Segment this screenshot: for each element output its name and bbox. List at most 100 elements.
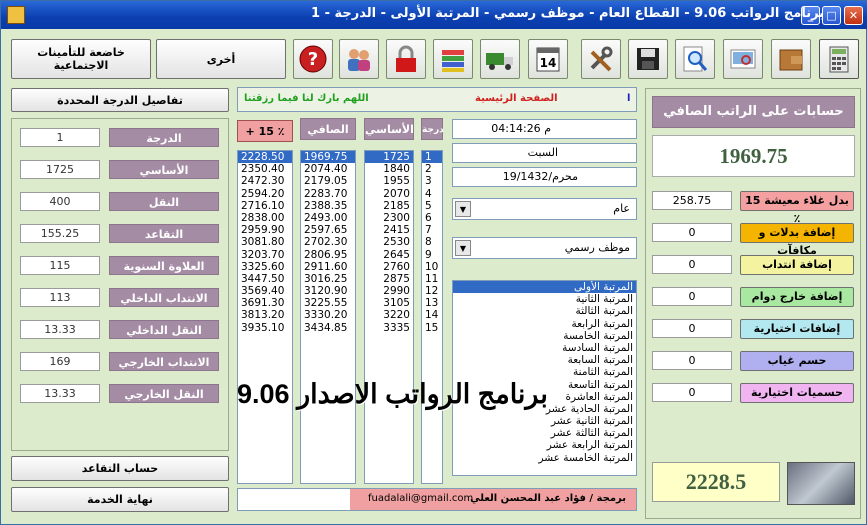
adjustment-value[interactable]: 0 xyxy=(652,255,732,274)
field-value[interactable]: 1725 xyxy=(20,160,100,179)
table-cell[interactable]: 2350.40 xyxy=(238,163,292,175)
plus15-column[interactable]: 2228.50 2350.40 2472.30 2594.20 2716.10 2838.… xyxy=(237,150,293,484)
table-cell[interactable]: 2838.00 xyxy=(238,212,292,224)
calendar-icon[interactable]: 14 xyxy=(528,39,568,79)
adjustment-value[interactable]: 0 xyxy=(652,383,732,402)
sector-select[interactable]: عام ▼ xyxy=(452,198,637,220)
net-column[interactable]: 1969.75 2074.40 2179.05 2283.70 2388.35 2493.… xyxy=(300,150,356,484)
table-cell[interactable]: 2 xyxy=(422,163,442,175)
preview-icon[interactable] xyxy=(723,39,763,79)
table-cell[interactable]: 1725 xyxy=(365,151,413,164)
maximize-button[interactable]: □ xyxy=(822,6,841,25)
table-cell[interactable]: 2702.30 xyxy=(301,236,355,248)
table-cell[interactable]: 13 xyxy=(422,297,442,309)
truck-icon[interactable] xyxy=(480,39,520,79)
table-cell[interactable]: 1840 xyxy=(365,163,413,175)
wallet-icon[interactable] xyxy=(771,39,811,79)
rank-item[interactable]: المرتبة الخامسة xyxy=(453,330,636,342)
close-button[interactable]: ✕ xyxy=(844,6,863,25)
table-cell[interactable]: 3447.50 xyxy=(238,273,292,285)
table-cell[interactable]: 3691.30 xyxy=(238,297,292,309)
table-cell[interactable]: 15 xyxy=(422,322,442,334)
table-cell[interactable]: 12 xyxy=(422,285,442,297)
table-cell[interactable]: 1969.75 xyxy=(301,151,355,164)
field-value[interactable]: 1 xyxy=(20,128,100,147)
table-cell[interactable]: 3569.40 xyxy=(238,285,292,297)
table-cell[interactable]: 3 xyxy=(422,175,442,187)
table-cell[interactable]: 2388.35 xyxy=(301,200,355,212)
table-cell[interactable]: 3081.80 xyxy=(238,236,292,248)
field-value[interactable]: 155.25 xyxy=(20,224,100,243)
table-cell[interactable]: 14 xyxy=(422,309,442,321)
table-cell[interactable]: 11 xyxy=(422,273,442,285)
adjustment-button[interactable]: حسم غياب xyxy=(740,351,854,371)
adjustment-value[interactable]: 258.75 xyxy=(652,191,732,210)
rank-item[interactable]: المرتبة الثالثة عشر xyxy=(453,427,636,439)
table-cell[interactable]: 3225.55 xyxy=(301,297,355,309)
social-insurance-button[interactable]: خاضعة للتأمينات الاجتماعية xyxy=(11,39,151,79)
table-cell[interactable]: 2645 xyxy=(365,249,413,261)
table-cell[interactable]: 1955 xyxy=(365,175,413,187)
grade-column[interactable]: 1 2 3 4 5 6 7 8 9 10 11 12 13 14 15 xyxy=(421,150,443,484)
rank-item[interactable]: المرتبة الثانية عشر xyxy=(453,415,636,427)
adjustment-value[interactable]: 0 xyxy=(652,287,732,306)
table-cell[interactable]: 5 xyxy=(422,200,442,212)
adjustment-button[interactable]: إضافة خارج دوام xyxy=(740,287,854,307)
adjustment-value[interactable]: 0 xyxy=(652,223,732,242)
table-cell[interactable]: 3203.70 xyxy=(238,249,292,261)
table-cell[interactable]: 3105 xyxy=(365,297,413,309)
table-cell[interactable]: 3813.20 xyxy=(238,309,292,321)
adjustment-button[interactable]: إضافة بدلات و مكافآت xyxy=(740,223,854,257)
table-cell[interactable]: 2875 xyxy=(365,273,413,285)
rank-item[interactable]: المرتبة الثامنة xyxy=(453,366,636,378)
table-cell[interactable]: 1 xyxy=(422,151,442,164)
books-icon[interactable] xyxy=(433,39,473,79)
table-cell[interactable]: 2597.65 xyxy=(301,224,355,236)
plus15-header[interactable]: + 15 ٪ xyxy=(237,120,293,142)
save-icon[interactable] xyxy=(628,39,668,79)
rank-item[interactable]: المرتبة الرابعة xyxy=(453,318,636,330)
table-cell[interactable]: 2415 xyxy=(365,224,413,236)
adjustment-value[interactable]: 0 xyxy=(652,351,732,370)
table-cell[interactable]: 2179.05 xyxy=(301,175,355,187)
table-cell[interactable]: 2806.95 xyxy=(301,249,355,261)
lock-icon[interactable] xyxy=(386,39,426,79)
field-value[interactable]: 400 xyxy=(20,192,100,211)
help-icon[interactable]: ? xyxy=(293,39,333,79)
table-cell[interactable]: 7 xyxy=(422,224,442,236)
table-cell[interactable]: 2530 xyxy=(365,236,413,248)
table-cell[interactable]: 4 xyxy=(422,188,442,200)
table-cell[interactable]: 3016.25 xyxy=(301,273,355,285)
table-cell[interactable]: 2760 xyxy=(365,261,413,273)
field-value[interactable]: 113 xyxy=(20,288,100,307)
basic-column[interactable]: 1725 1840 1955 2070 2185 2300 2415 2530 2645 2760… xyxy=(364,150,414,484)
table-cell[interactable]: 2070 xyxy=(365,188,413,200)
field-value[interactable]: 13.33 xyxy=(20,384,100,403)
table-cell[interactable]: 2493.00 xyxy=(301,212,355,224)
table-cell[interactable]: 2594.20 xyxy=(238,188,292,200)
field-value[interactable]: 13.33 xyxy=(20,320,100,339)
table-cell[interactable]: 10 xyxy=(422,261,442,273)
adjustment-button[interactable]: بدل غلاء معيشة 15 ٪ xyxy=(740,191,854,225)
table-cell[interactable]: 2185 xyxy=(365,200,413,212)
end-service-button[interactable]: نهاية الخدمة xyxy=(11,487,229,512)
employee-type-select[interactable]: موظف رسمي ▼ xyxy=(452,237,637,259)
grade-details-button[interactable]: تفاصيل الدرجة المحددة xyxy=(11,88,229,112)
adjustment-button[interactable]: إضافات اختيارية xyxy=(740,319,854,339)
other-button[interactable]: أخرى xyxy=(156,39,286,79)
calculator-icon[interactable] xyxy=(819,39,859,79)
table-cell[interactable]: 3120.90 xyxy=(301,285,355,297)
table-cell[interactable]: 6 xyxy=(422,212,442,224)
retirement-button[interactable]: حساب التقاعد xyxy=(11,456,229,481)
field-value[interactable]: 169 xyxy=(20,352,100,371)
tools-icon[interactable] xyxy=(581,39,621,79)
field-value[interactable]: 115 xyxy=(20,256,100,275)
table-cell[interactable]: 2074.40 xyxy=(301,163,355,175)
email-text[interactable]: fuadalali@gmail.com xyxy=(368,493,473,504)
table-cell[interactable]: 3325.60 xyxy=(238,261,292,273)
adjustment-value[interactable]: 0 xyxy=(652,319,732,338)
table-cell[interactable]: 2959.90 xyxy=(238,224,292,236)
rank-item[interactable]: المرتبة الخامسة عشر xyxy=(453,452,636,464)
table-cell[interactable]: 3434.85 xyxy=(301,322,355,334)
table-cell[interactable]: 8 xyxy=(422,236,442,248)
